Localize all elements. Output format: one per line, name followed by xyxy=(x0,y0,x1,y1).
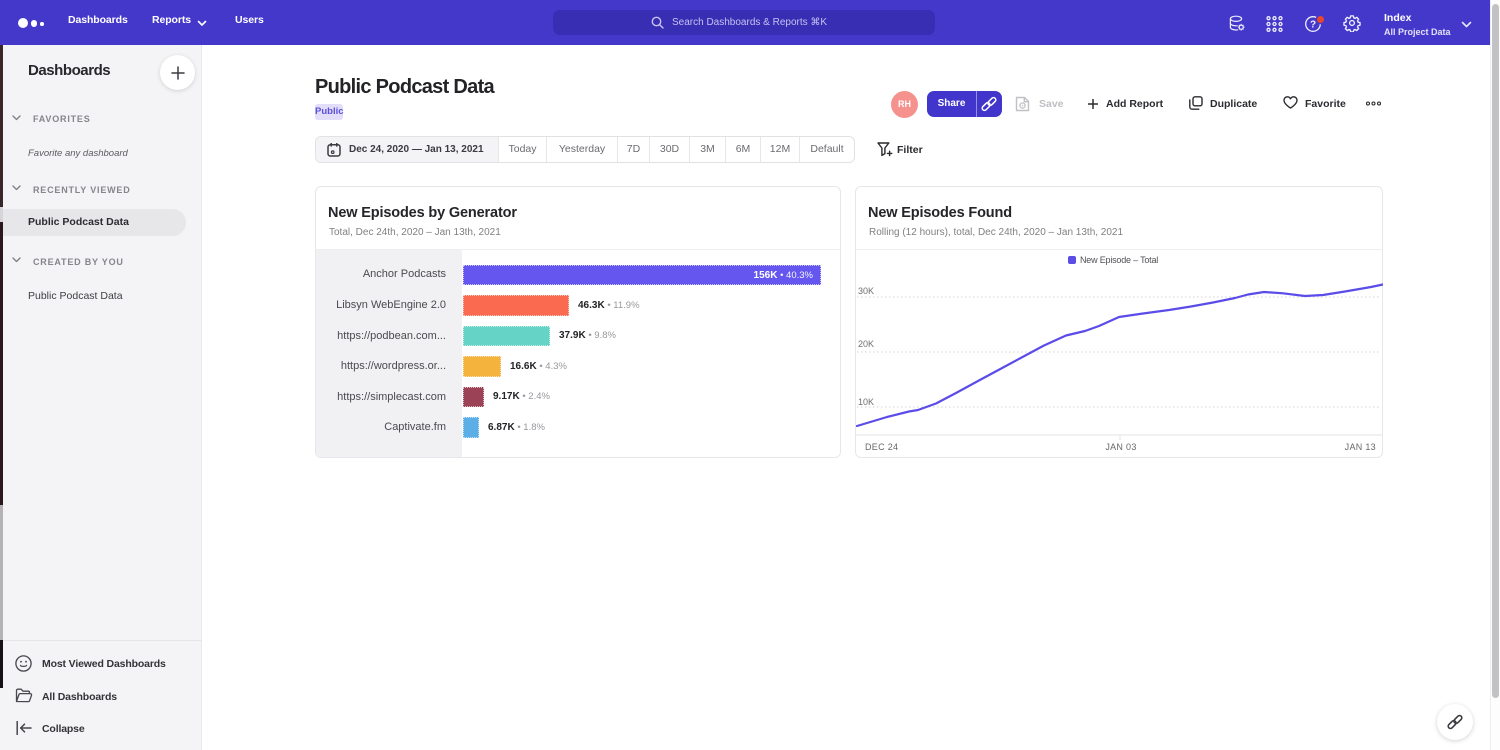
svg-text:?: ? xyxy=(1310,20,1316,31)
